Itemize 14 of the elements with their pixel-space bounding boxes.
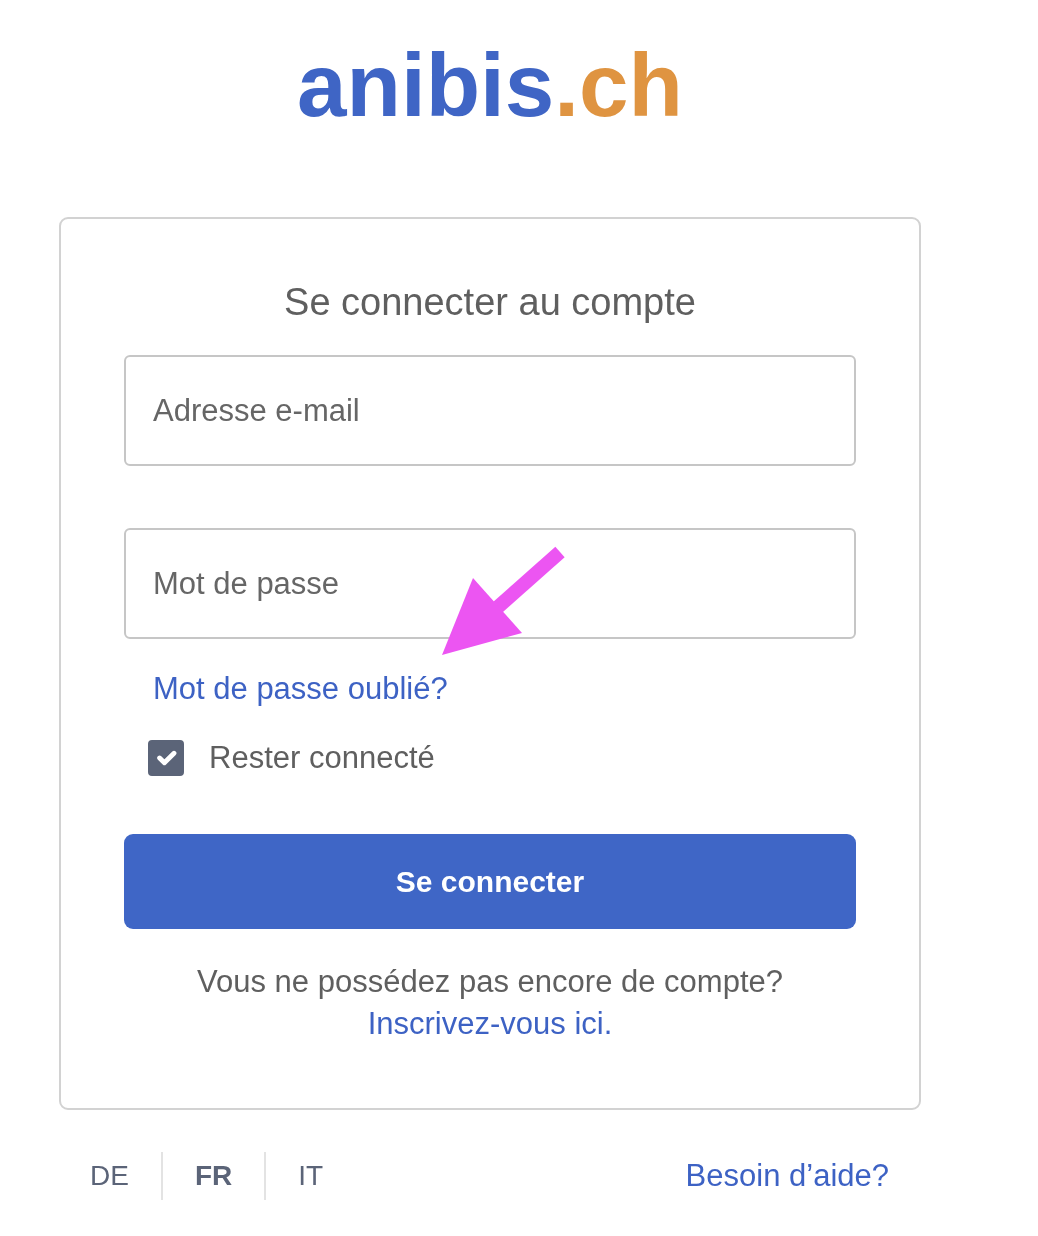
remember-checkbox[interactable] <box>148 740 184 776</box>
login-button[interactable]: Se connecter <box>124 834 856 929</box>
signup-prompt: Vous ne possédez pas encore de compte? <box>196 963 784 1001</box>
language-link[interactable]: DE <box>90 1159 129 1193</box>
logo: anibis.ch <box>297 41 683 130</box>
card-title: Se connecter au compte <box>283 280 697 325</box>
email-field[interactable]: Adresse e-mail <box>124 355 856 466</box>
password-field[interactable]: Mot de passe <box>124 528 856 639</box>
help-link[interactable]: Besoin d’aide? <box>685 1158 889 1194</box>
remember-label: Rester connecté <box>209 740 435 776</box>
language-link[interactable]: IT <box>298 1159 324 1193</box>
signup-link[interactable]: Inscrivez-vous ici. <box>367 1003 613 1045</box>
language-link[interactable]: FR <box>194 1159 233 1193</box>
forgot-password-link[interactable]: Mot de passe oublié? <box>153 671 448 707</box>
